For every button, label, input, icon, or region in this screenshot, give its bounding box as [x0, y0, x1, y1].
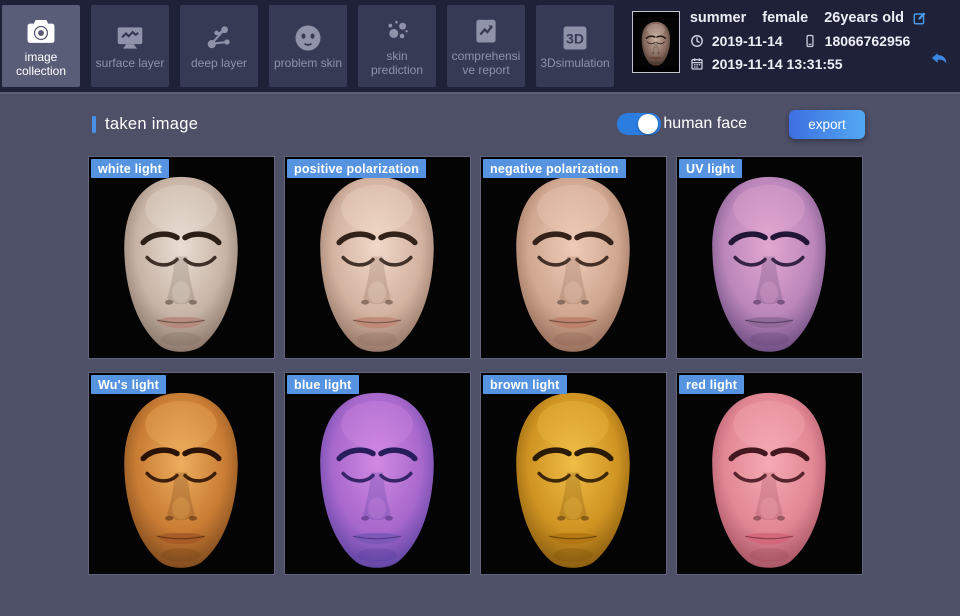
edit-icon[interactable]: [912, 10, 928, 26]
image-panel-wu-s-light[interactable]: Wu's light: [88, 372, 275, 575]
face-image: [481, 373, 666, 574]
section-header: taken image human face export: [92, 102, 865, 146]
face-image: [285, 373, 470, 574]
tab-3dsimulation[interactable]: 3D 3Dsimulation: [536, 5, 614, 87]
user-phone: 18066762956: [824, 33, 911, 49]
tab-surface-layer[interactable]: surface layer: [91, 5, 169, 87]
tab-problem-skin[interactable]: problem skin: [269, 5, 347, 87]
molecule-icon: [201, 22, 237, 54]
tab-label: surface layer: [95, 55, 165, 70]
image-panel-blue-light[interactable]: blue light: [284, 372, 471, 575]
face-icon: [290, 22, 326, 54]
tab-bar: image collection surface layer deep layer p…: [0, 0, 614, 92]
toggle-label: human face: [663, 115, 747, 132]
tab-label: skin prediction: [370, 48, 424, 77]
image-panel-red-light[interactable]: red light: [676, 372, 863, 575]
image-label-chip: negative polarization: [483, 159, 626, 178]
face-image: [481, 157, 666, 358]
tab-skin-prediction[interactable]: skin prediction: [358, 5, 436, 87]
section-actions: human face export: [617, 109, 865, 139]
clock-icon: [690, 34, 704, 48]
report-icon: [469, 15, 503, 47]
image-label-chip: white light: [91, 159, 169, 178]
top-bar: image collection surface layer deep layer p…: [0, 0, 960, 92]
user-name: summer: [689, 10, 747, 26]
tab-deep-layer[interactable]: deep layer: [180, 5, 258, 87]
human-face-toggle[interactable]: [617, 113, 662, 135]
image-label-chip: UV light: [679, 159, 742, 178]
tab-label: 3Dsimulation: [540, 55, 610, 70]
face-image: [677, 157, 862, 358]
tab-label: comprehensive report: [451, 48, 521, 77]
user-age: 26years old: [824, 10, 904, 26]
tab-label: problem skin: [273, 55, 343, 70]
image-panel-uv-light[interactable]: UV light: [676, 156, 863, 359]
user-info-panel: summer female 26years old 2019-11-14 180…: [631, 8, 954, 73]
phone-icon: [803, 34, 817, 48]
image-label-chip: Wu's light: [91, 375, 166, 394]
avatar[interactable]: [631, 11, 680, 73]
tab-label: deep layer: [190, 55, 248, 70]
face-image: [89, 157, 274, 358]
face-image: [285, 157, 470, 358]
user-info: summer female 26years old 2019-11-14 180…: [690, 8, 954, 73]
face-image: [677, 373, 862, 574]
image-panel-white-light[interactable]: white light: [88, 156, 275, 359]
face-image: [89, 373, 274, 574]
user-date: 2019-11-14: [711, 33, 783, 49]
bubbles-icon: [379, 15, 415, 47]
user-gender: female: [762, 10, 809, 26]
toggle-knob: [638, 114, 659, 134]
export-button[interactable]: export: [789, 109, 865, 139]
svg-text:3D: 3D: [566, 30, 584, 46]
app-window: image collection surface layer deep layer p…: [0, 0, 960, 616]
calendar-icon: [690, 57, 704, 71]
image-panel-negative-polarization[interactable]: negative polarization: [480, 156, 667, 359]
face-image: [632, 16, 679, 68]
image-label-chip: brown light: [483, 375, 567, 394]
monitor-icon: [112, 22, 148, 54]
section-title: taken image: [105, 114, 199, 133]
back-icon[interactable]: [928, 48, 950, 73]
3d-icon: 3D: [557, 22, 593, 54]
section-accent-bar: [92, 115, 96, 133]
tab-image-collection[interactable]: image collection: [2, 5, 80, 87]
image-panel-brown-light[interactable]: brown light: [480, 372, 667, 575]
camera-icon: [22, 14, 60, 48]
image-grid: white light positive polarization negative…: [88, 156, 960, 575]
image-panel-positive-polarization[interactable]: positive polarization: [284, 156, 471, 359]
image-label-chip: red light: [679, 375, 745, 394]
tab-label: image collection: [15, 49, 67, 78]
image-label-chip: positive polarization: [287, 159, 427, 178]
user-datetime: 2019-11-14 13:31:55: [711, 56, 843, 72]
main-content: taken image human face export white ligh…: [0, 92, 960, 616]
image-label-chip: blue light: [287, 375, 359, 394]
tab-comprehensive-report[interactable]: comprehensive report: [447, 5, 525, 87]
